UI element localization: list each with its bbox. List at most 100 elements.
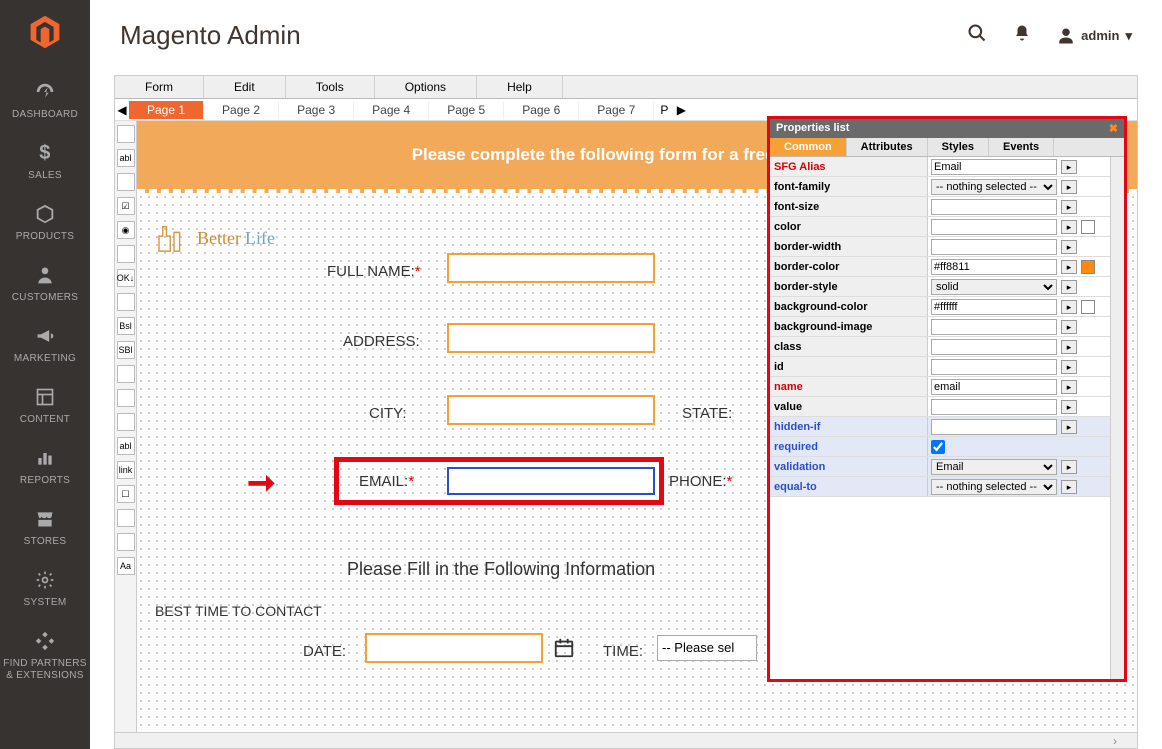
page-tab-7[interactable]: Page 7: [579, 101, 654, 119]
prop-launch-icon[interactable]: ▸: [1061, 180, 1077, 194]
prop-launch-icon[interactable]: ▸: [1061, 480, 1077, 494]
prop-input[interactable]: [931, 339, 1057, 355]
prop-input[interactable]: [931, 359, 1057, 375]
tool-12[interactable]: [117, 413, 135, 431]
prop-launch-icon[interactable]: ▸: [1061, 380, 1077, 394]
sidebar-item-customers[interactable]: CUSTOMERS: [0, 253, 90, 314]
sidebar-item-system[interactable]: SYSTEM: [0, 558, 90, 619]
prop-input[interactable]: [931, 159, 1057, 175]
prop-launch-icon[interactable]: ▸: [1061, 420, 1077, 434]
sidebar-item-sales[interactable]: $SALES: [0, 131, 90, 192]
page-next-arrow[interactable]: ▶: [674, 103, 688, 117]
tool-0[interactable]: [117, 125, 135, 143]
input-email[interactable]: [447, 467, 655, 495]
sidebar-item-marketing[interactable]: MARKETING: [0, 314, 90, 375]
prop-launch-icon[interactable]: ▸: [1061, 160, 1077, 174]
page-tab-3[interactable]: Page 3: [279, 101, 354, 119]
tool-8[interactable]: Bsl: [117, 317, 135, 335]
form-editor: FormEditToolsOptionsHelp ◀ Page 1Page 2P…: [114, 75, 1138, 749]
tool-2[interactable]: [117, 173, 135, 191]
section-header: Please Fill in the Following Information: [347, 559, 655, 580]
prop-launch-icon[interactable]: ▸: [1061, 280, 1077, 294]
properties-close-icon[interactable]: ✖: [1109, 122, 1118, 135]
prop-select[interactable]: -- nothing selected --: [931, 179, 1057, 195]
tool-18[interactable]: Aa: [117, 557, 135, 575]
prop-launch-icon[interactable]: ▸: [1061, 360, 1077, 374]
sidebar-item-partners[interactable]: FIND PARTNERS & EXTENSIONS: [0, 619, 90, 692]
color-swatch[interactable]: [1081, 260, 1095, 274]
editor-horizontal-scrollbar[interactable]: ›: [115, 732, 1137, 748]
page-tab-5[interactable]: Page 5: [429, 101, 504, 119]
menu-options[interactable]: Options: [375, 76, 477, 98]
prop-select[interactable]: -- nothing selected --: [931, 479, 1057, 495]
tool-10[interactable]: [117, 365, 135, 383]
page-tab-6[interactable]: Page 6: [504, 101, 579, 119]
sidebar-item-content[interactable]: CONTENT: [0, 375, 90, 436]
sidebar-item-reports[interactable]: REPORTS: [0, 436, 90, 497]
menu-edit[interactable]: Edit: [204, 76, 286, 98]
user-menu[interactable]: admin ▾: [1057, 27, 1132, 45]
prop-launch-icon[interactable]: ▸: [1061, 220, 1077, 234]
color-swatch[interactable]: [1081, 220, 1095, 234]
prop-checkbox[interactable]: [931, 440, 945, 454]
prop-launch-icon[interactable]: ▸: [1061, 320, 1077, 334]
sidebar-item-stores[interactable]: STORES: [0, 497, 90, 558]
properties-tab-events[interactable]: Events: [989, 138, 1054, 156]
tool-7[interactable]: [117, 293, 135, 311]
tool-1[interactable]: abl: [117, 149, 135, 167]
tool-17[interactable]: [117, 533, 135, 551]
input-date[interactable]: [365, 633, 543, 663]
prop-select[interactable]: Email: [931, 459, 1057, 475]
properties-titlebar[interactable]: Properties list ✖: [770, 121, 1124, 138]
prop-launch-icon[interactable]: ▸: [1061, 460, 1077, 474]
tool-4[interactable]: ◉: [117, 221, 135, 239]
tool-9[interactable]: SBl: [117, 341, 135, 359]
color-swatch[interactable]: [1081, 300, 1095, 314]
input-city[interactable]: [447, 395, 655, 425]
sidebar-item-products[interactable]: PRODUCTS: [0, 192, 90, 253]
tool-13[interactable]: abl: [117, 437, 135, 455]
calendar-icon[interactable]: [553, 637, 575, 662]
prop-input[interactable]: [931, 219, 1057, 235]
select-time[interactable]: -- Please sel: [657, 635, 757, 661]
prop-launch-icon[interactable]: ▸: [1061, 200, 1077, 214]
prop-input[interactable]: [931, 399, 1057, 415]
prop-input[interactable]: [931, 319, 1057, 335]
input-full-name[interactable]: [447, 253, 655, 283]
tool-14[interactable]: link: [117, 461, 135, 479]
prop-launch-icon[interactable]: ▸: [1061, 400, 1077, 414]
prop-input[interactable]: [931, 199, 1057, 215]
tool-16[interactable]: [117, 509, 135, 527]
input-address[interactable]: [447, 323, 655, 353]
properties-tab-styles[interactable]: Styles: [928, 138, 989, 156]
tool-15[interactable]: ☐: [117, 485, 135, 503]
prop-input[interactable]: [931, 239, 1057, 255]
sidebar-item-dashboard[interactable]: DASHBOARD: [0, 70, 90, 131]
notification-bell-icon[interactable]: [1013, 24, 1031, 47]
tool-5[interactable]: [117, 245, 135, 263]
menu-form[interactable]: Form: [115, 76, 204, 98]
prop-input[interactable]: [931, 259, 1057, 275]
prop-launch-icon[interactable]: ▸: [1061, 240, 1077, 254]
properties-scrollbar[interactable]: [1110, 157, 1124, 679]
prop-select[interactable]: solid: [931, 279, 1057, 295]
prop-input[interactable]: [931, 299, 1057, 315]
tool-6[interactable]: OK↓: [117, 269, 135, 287]
stores-icon: [33, 507, 57, 531]
properties-tab-attributes[interactable]: Attributes: [847, 138, 928, 156]
page-tab-4[interactable]: Page 4: [354, 101, 429, 119]
page-tab-2[interactable]: Page 2: [204, 101, 279, 119]
prop-launch-icon[interactable]: ▸: [1061, 300, 1077, 314]
prop-launch-icon[interactable]: ▸: [1061, 340, 1077, 354]
page-prev-arrow[interactable]: ◀: [115, 103, 129, 117]
tool-11[interactable]: [117, 389, 135, 407]
prop-launch-icon[interactable]: ▸: [1061, 260, 1077, 274]
prop-input[interactable]: [931, 419, 1057, 435]
menu-help[interactable]: Help: [477, 76, 563, 98]
search-icon[interactable]: [967, 23, 987, 48]
tool-3[interactable]: ☑: [117, 197, 135, 215]
prop-input[interactable]: [931, 379, 1057, 395]
properties-tab-common[interactable]: Common: [770, 138, 847, 156]
page-tab-1[interactable]: Page 1: [129, 101, 204, 119]
menu-tools[interactable]: Tools: [286, 76, 375, 98]
